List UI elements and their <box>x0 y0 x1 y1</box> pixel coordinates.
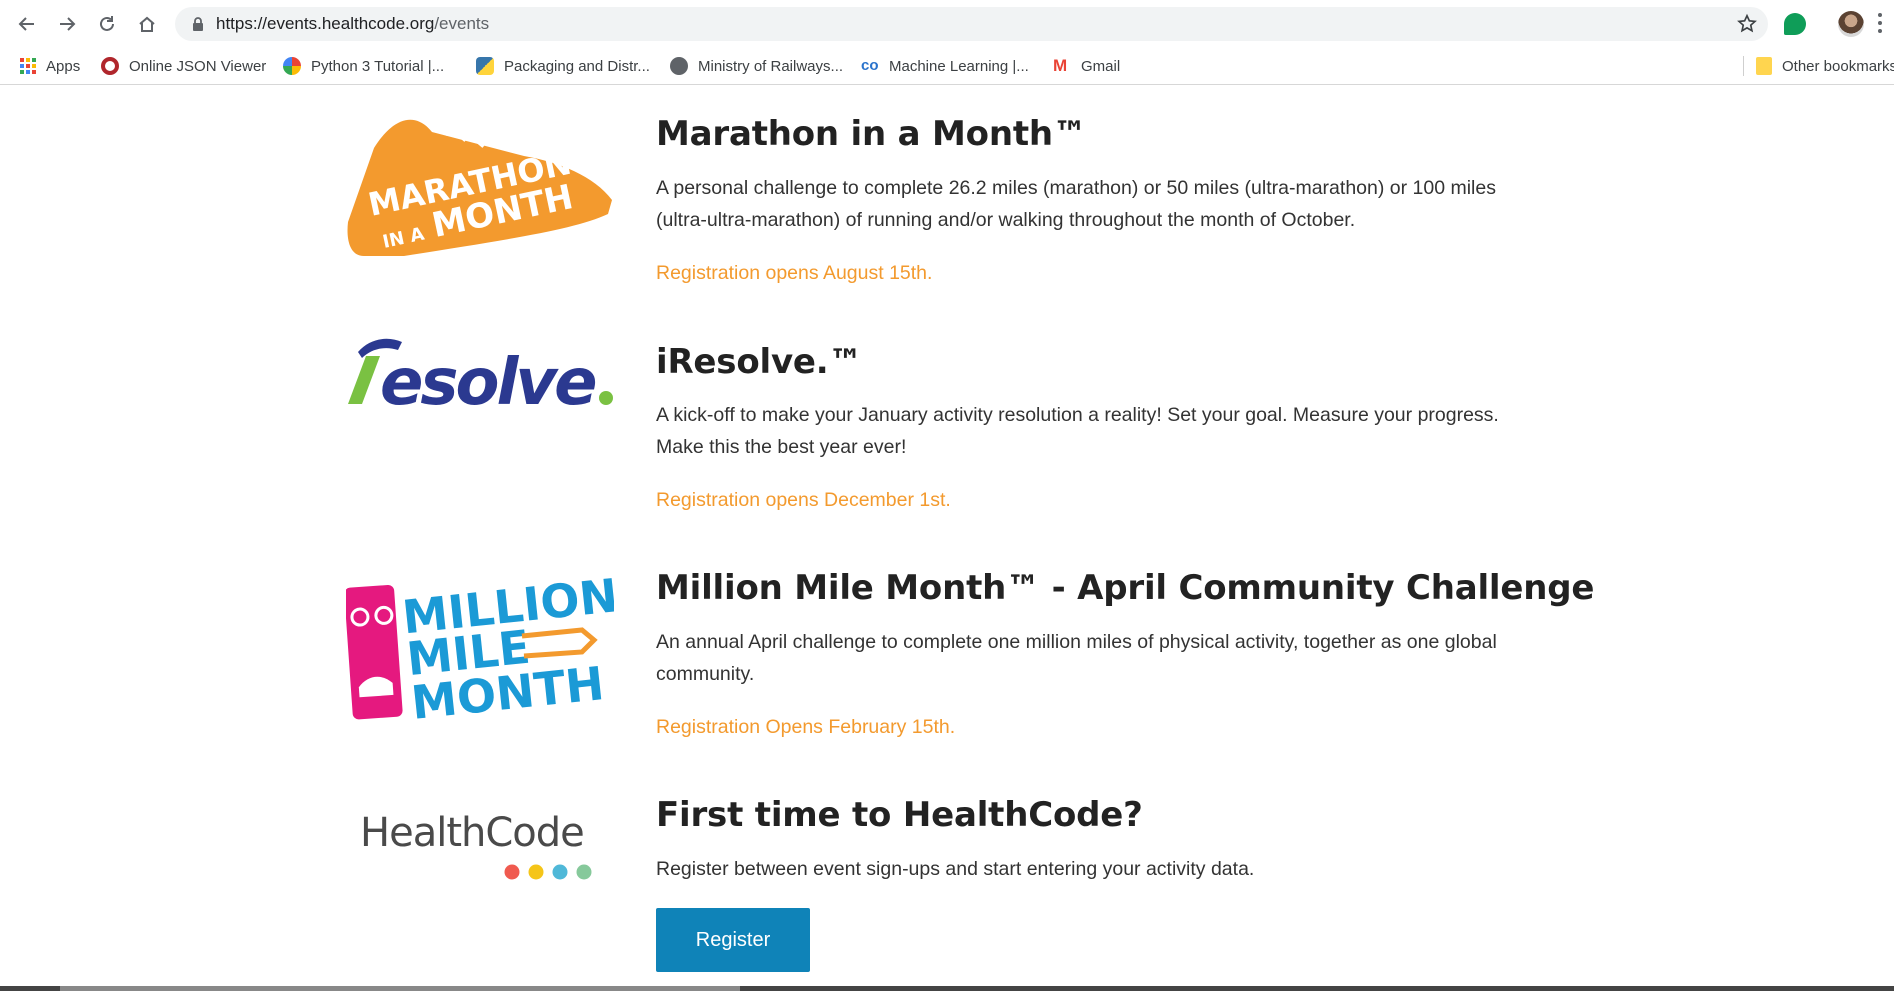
apps-grid-icon <box>20 58 36 74</box>
register-button[interactable]: Register <box>656 908 810 972</box>
event-title: iResolve.™ <box>656 342 863 382</box>
folder-icon <box>1756 57 1772 75</box>
back-button[interactable] <box>11 8 43 40</box>
event-registration-link[interactable]: Registration opens August 15th. <box>656 262 932 285</box>
browser-toolbar: https://events.healthcode.org/events <box>0 0 1894 47</box>
forward-button[interactable] <box>51 8 83 40</box>
bookmark-railways[interactable]: Ministry of Railways... <box>670 47 843 85</box>
python-icon <box>476 57 494 75</box>
bookmark-gmail[interactable]: M Gmail <box>1053 47 1120 85</box>
event-description: A personal challenge to complete 26.2 mi… <box>656 177 1496 231</box>
gmail-icon: M <box>1053 56 1068 75</box>
iresolve-logo-text: esolve <box>380 346 595 412</box>
bookmark-label: Machine Learning |... <box>889 57 1029 75</box>
bookmark-label: Packaging and Distr... <box>504 57 650 75</box>
bookmark-label: Other bookmarks <box>1782 57 1894 75</box>
home-icon <box>139 16 155 32</box>
bookmarks-bar: Apps Online JSON Viewer Python 3 Tutoria… <box>0 47 1894 85</box>
address-bar[interactable]: https://events.healthcode.org/events <box>175 7 1768 41</box>
bookmark-label: Apps <box>46 57 81 75</box>
url-text: https://events.healthcode.org/events <box>216 14 490 33</box>
section-title: First time to HealthCode? <box>656 795 1143 835</box>
bookmark-machine-learning[interactable]: co Machine Learning |... <box>861 47 1029 85</box>
bookmark-json-viewer[interactable]: Online JSON Viewer <box>101 47 266 85</box>
bookmark-apps[interactable]: Apps <box>20 47 80 85</box>
event-registration-link[interactable]: Registration Opens February 15th. <box>656 716 955 739</box>
event-title: Million Mile Month™ - April Community Ch… <box>656 568 1595 608</box>
bookmark-other[interactable]: Other bookmarks <box>1756 47 1894 85</box>
globe-icon <box>670 57 688 75</box>
bookmark-label: Python 3 Tutorial |... <box>311 57 445 75</box>
extension-icon[interactable] <box>1784 13 1806 35</box>
arrow-left-icon <box>18 17 34 31</box>
bookmarks-separator <box>1743 56 1744 76</box>
bookmark-label: Ministry of Railways... <box>698 57 844 75</box>
healthcode-logo: HealthCode <box>360 810 592 880</box>
million-mile-month-logo: MILLION MILE MONTH <box>346 568 614 724</box>
event-description: An annual April challenge to complete on… <box>656 631 1497 685</box>
coursera-icon: co <box>861 57 879 74</box>
lock-icon <box>193 17 203 31</box>
bookmark-star-icon[interactable] <box>1736 13 1758 35</box>
reload-button[interactable] <box>91 8 123 40</box>
reload-icon <box>100 16 114 31</box>
event-registration-link[interactable]: Registration opens December 1st. <box>656 489 951 512</box>
browser-menu-icon[interactable] <box>1876 13 1884 35</box>
bookmark-label: Gmail <box>1081 57 1121 75</box>
healthcode-logo-text: HealthCode <box>360 810 584 856</box>
json-viewer-icon <box>101 57 119 75</box>
section-description: Register between event sign-ups and star… <box>656 858 1255 880</box>
event-description: A kick-off to make your January activity… <box>656 404 1499 458</box>
home-button[interactable] <box>131 8 163 40</box>
scrollbar-thumb[interactable] <box>60 986 740 991</box>
marathon-in-a-month-logo: MARATHON IN A MONTH <box>347 119 612 256</box>
event-title: Marathon in a Month™ <box>656 114 1087 154</box>
bookmark-packaging[interactable]: Packaging and Distr... <box>476 47 650 85</box>
python-tutorial-icon <box>283 57 301 75</box>
events-page: MARATHON IN A MONTH Marathon in a Month™… <box>0 86 1894 991</box>
arrow-right-icon <box>60 17 76 31</box>
horizontal-scrollbar[interactable] <box>0 986 1894 991</box>
bookmark-label: Online JSON Viewer <box>129 57 267 75</box>
bookmark-python-tutorial[interactable]: Python 3 Tutorial |... <box>283 47 444 85</box>
iresolve-logo: esolve <box>348 338 613 412</box>
profile-avatar[interactable] <box>1838 11 1864 37</box>
